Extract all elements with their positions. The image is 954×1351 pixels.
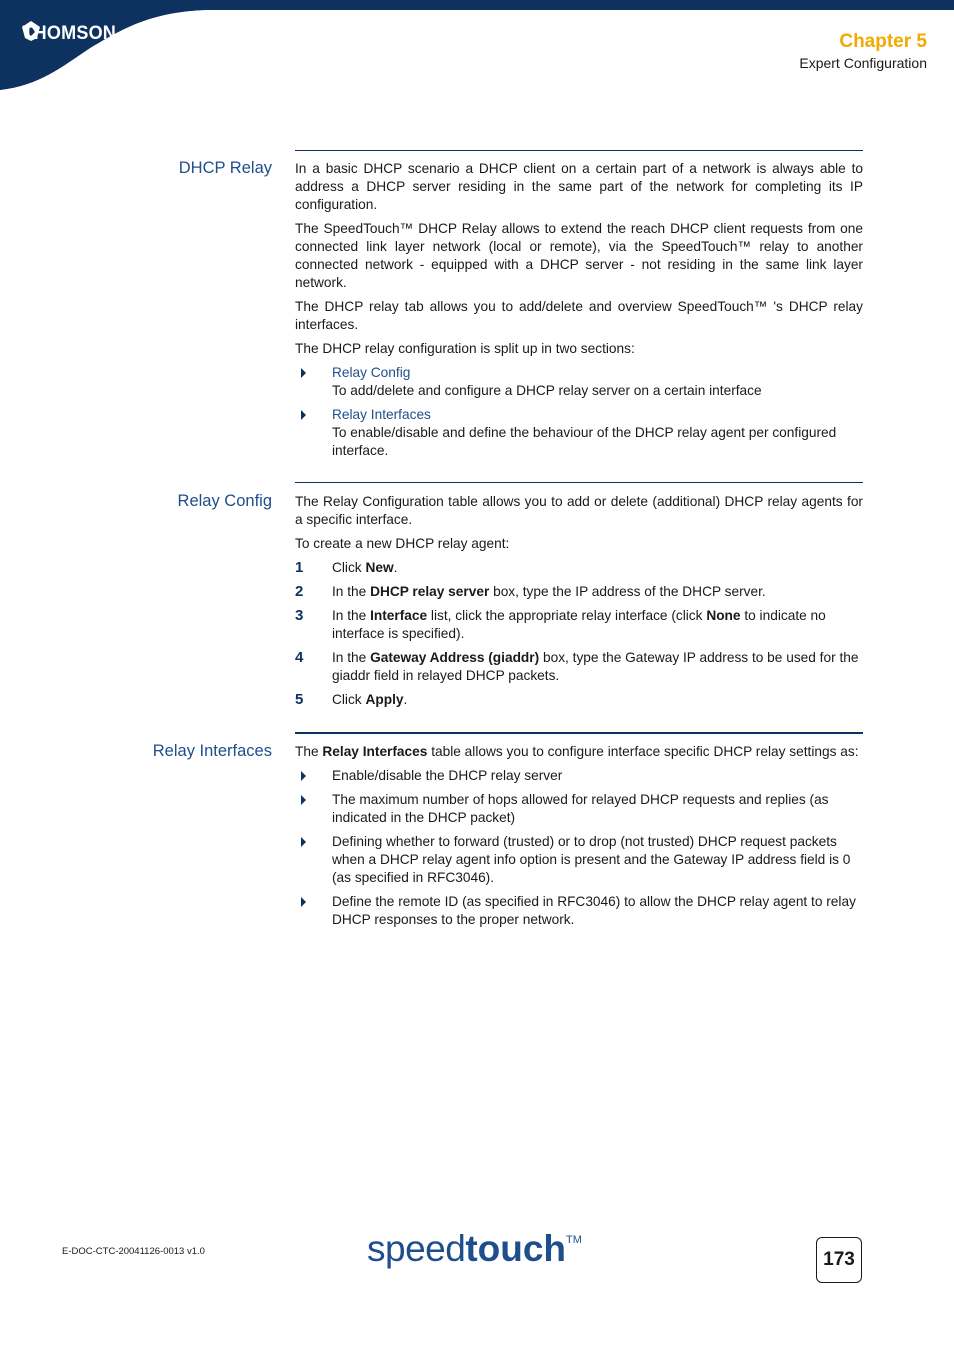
step-number: 3: [295, 607, 304, 624]
link-relay-config[interactable]: Relay Config: [332, 364, 863, 382]
step-item: 3 In the Interface list, click the appro…: [295, 607, 863, 643]
step-list: 1 Click New. 2 In the DHCP relay server …: [295, 559, 863, 709]
step-item: 1 Click New.: [295, 559, 863, 577]
triangle-bullet-icon: [301, 368, 306, 378]
step-number: 4: [295, 649, 304, 666]
step-text: list, click the appropriate relay interf…: [427, 608, 707, 623]
list-item-text: To enable/disable and define the behavio…: [332, 425, 837, 458]
ui-label-apply: Apply: [365, 692, 404, 707]
paragraph: The Relay Configuration table allows you…: [295, 494, 863, 527]
chapter-title: Chapter 5: [839, 31, 927, 52]
triangle-bullet-icon: [301, 897, 306, 907]
paragraph: The Relay Interfaces table allows you to…: [295, 743, 863, 761]
step-text: .: [393, 560, 398, 575]
step-text: In the: [332, 650, 371, 665]
list-item-text: To add/delete and configure a DHCP relay…: [332, 383, 762, 398]
bullet-list: Relay Config To add/delete and configure…: [295, 364, 863, 460]
section-body-relay-interfaces: The Relay Interfaces table allows you to…: [295, 743, 863, 935]
triangle-bullet-icon: [301, 795, 306, 805]
step-text: box, type the IP address of the DHCP ser…: [489, 584, 766, 599]
list-item: The maximum number of hops allowed for r…: [295, 791, 863, 827]
section-title-relay-interfaces: Relay Interfaces: [152, 742, 272, 760]
logo-speed: speed: [367, 1228, 466, 1269]
paragraph-text: table allows you to configure interface …: [427, 744, 859, 759]
paragraph: The DHCP relay tab allows you to add/del…: [295, 299, 863, 332]
step-text: .: [403, 692, 408, 707]
paragraph-text: The: [295, 744, 323, 759]
ui-label-none: None: [706, 608, 741, 623]
triangle-bullet-icon: [301, 771, 306, 781]
thomson-logo: THOMSON: [20, 20, 118, 45]
page-number: 173: [816, 1237, 862, 1283]
paragraph: To create a new DHCP relay agent:: [295, 536, 510, 551]
ui-label-gateway-address: Gateway Address (giaddr): [370, 650, 540, 665]
document-id: E-DOC-CTC-20041126-0013 v1.0: [62, 1246, 205, 1257]
speedtouch-logo: speedtouchTM: [367, 1228, 582, 1278]
list-item: Relay Interfaces To enable/disable and d…: [295, 406, 863, 460]
list-item: Enable/disable the DHCP relay server: [295, 767, 863, 785]
triangle-bullet-icon: [301, 837, 306, 847]
list-item-text: Define the remote ID (as specified in RF…: [332, 894, 856, 927]
ui-label-dhcp-relay-server: DHCP relay server: [370, 584, 490, 599]
step-item: 5 Click Apply.: [295, 691, 863, 709]
step-item: 4 In the Gateway Address (giaddr) box, t…: [295, 649, 863, 685]
ui-label-interface: Interface: [370, 608, 428, 623]
step-text: In the: [332, 608, 371, 623]
chapter-heading: Chapter 5 Expert Configuration: [799, 31, 927, 73]
section-divider: [295, 482, 863, 483]
logo-touch: touch: [465, 1228, 567, 1269]
step-text: Click: [332, 692, 366, 707]
list-item: Relay Config To add/delete and configure…: [295, 364, 863, 400]
section-divider: [295, 732, 863, 734]
list-item-text: Enable/disable the DHCP relay server: [332, 768, 563, 783]
step-text: Click: [332, 560, 366, 575]
page-header: THOMSON Chapter 5 Expert Configuration: [0, 0, 954, 100]
step-number: 1: [295, 559, 304, 576]
step-item: 2 In the DHCP relay server box, type the…: [295, 583, 863, 601]
logo-trademark: TM: [566, 1234, 582, 1246]
ui-label-new: New: [365, 560, 394, 575]
list-item: Defining whether to forward (trusted) or…: [295, 833, 863, 887]
ui-label-relay-interfaces: Relay Interfaces: [322, 744, 428, 759]
paragraph: The DHCP relay configuration is split up…: [295, 341, 635, 356]
step-text: In the: [332, 584, 371, 599]
paragraph: The SpeedTouch™ DHCP Relay allows to ext…: [295, 221, 863, 290]
step-number: 2: [295, 583, 304, 600]
list-item-text: The maximum number of hops allowed for r…: [332, 792, 829, 825]
link-relay-interfaces[interactable]: Relay Interfaces: [332, 406, 863, 424]
section-divider: [295, 150, 863, 151]
section-title-dhcp-relay: DHCP Relay: [178, 159, 272, 177]
triangle-bullet-icon: [301, 410, 306, 420]
bullet-list: Enable/disable the DHCP relay server The…: [295, 767, 863, 929]
list-item: Define the remote ID (as specified in RF…: [295, 893, 863, 929]
paragraph: In a basic DHCP scenario a DHCP client o…: [295, 161, 863, 212]
chapter-subtitle: Expert Configuration: [799, 55, 927, 71]
section-body-dhcp-relay: In a basic DHCP scenario a DHCP client o…: [295, 160, 863, 466]
step-number: 5: [295, 691, 304, 708]
section-body-relay-config: The Relay Configuration table allows you…: [295, 493, 863, 715]
brand-name: THOMSON: [22, 23, 117, 44]
section-title-relay-config: Relay Config: [177, 492, 272, 510]
list-item-text: Defining whether to forward (trusted) or…: [332, 834, 851, 885]
